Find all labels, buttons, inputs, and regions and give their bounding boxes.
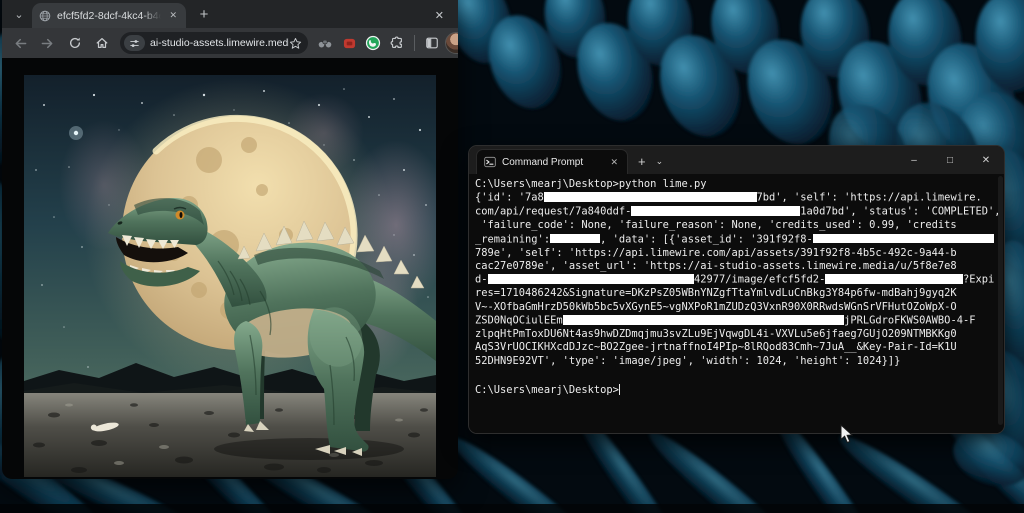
bookmark-star-icon[interactable] (289, 37, 302, 50)
browser-tabstrip[interactable]: ⌄ efcf5fd2-8dcf-4kc4-b4e4-4f2a ✕ + ✕ (2, 0, 458, 28)
plus-icon: + (200, 6, 209, 23)
url-text: ai-studio-assets.limewire.media/u... (150, 37, 289, 49)
terminal-minimize-button[interactable]: – (896, 146, 932, 174)
forward-button[interactable] (35, 31, 60, 56)
terminal-line: C:\Users\mearj\Desktop> (475, 382, 1002, 397)
tab-search-button[interactable]: ⌄ (8, 3, 30, 25)
terminal-tab[interactable]: Command Prompt ✕ (476, 149, 628, 174)
terminal-tab-close-button[interactable]: ✕ (608, 156, 620, 169)
browser-toolbar: ai-studio-assets.limewire.media/u... (2, 28, 458, 58)
terminal-line: zlpqHtPmToxDU6Nt4as9hwDZDmqjmu3svZLu9EjV… (475, 328, 1002, 341)
profile-avatar[interactable] (445, 32, 458, 54)
extensions-puzzle-button[interactable] (386, 32, 408, 54)
extension-binoculars-icon[interactable] (314, 32, 336, 54)
terminal-line: C:\Users\mearj\Desktop>python lime.py (475, 178, 1002, 191)
home-icon (95, 36, 109, 50)
browser-viewport (2, 58, 458, 479)
toolbar-divider (414, 35, 415, 51)
terminal-line: AqS3VrUOCIKHXcdDJzc~BO2Zgee-jrtnaffnoI4P… (475, 341, 1002, 354)
ground (24, 393, 436, 477)
new-tab-button[interactable]: + (192, 2, 216, 26)
side-panel-icon (425, 36, 439, 50)
terminal-titlebar[interactable]: Command Prompt ✕ + ⌄ – □ ✕ (469, 146, 1004, 174)
browser-tab[interactable]: efcf5fd2-8dcf-4kc4-b4e4-4f2a ✕ (32, 3, 186, 28)
extension-red-icon[interactable] (338, 32, 360, 54)
site-info-button[interactable] (124, 35, 145, 51)
address-bar[interactable]: ai-studio-assets.limewire.media/u... (120, 32, 308, 54)
browser-window: ⌄ efcf5fd2-8dcf-4kc4-b4e4-4f2a ✕ + ✕ (2, 0, 458, 479)
chevron-down-icon: ⌄ (14, 8, 23, 21)
terminal-line: _remaining':, 'data': [{'asset_id': '391… (475, 233, 1002, 247)
close-icon: ✕ (435, 10, 444, 22)
terminal-line: cac27e0789e', 'asset_url': 'https://ai-s… (475, 260, 1002, 273)
tab-title: efcf5fd2-8dcf-4kc4-b4e4-4f2a (57, 10, 161, 22)
reload-button[interactable] (62, 31, 87, 56)
puzzle-icon (390, 36, 404, 50)
terminal-line: d-42977/image/efcf5fd2-?Expi (475, 273, 1002, 287)
generated-image[interactable] (24, 75, 436, 477)
terminal-body[interactable]: C:\Users\mearj\Desktop>python lime.py{'i… (469, 174, 1004, 433)
bright-star (69, 126, 83, 140)
side-panel-button[interactable] (421, 32, 443, 54)
terminal-window: Command Prompt ✕ + ⌄ – □ ✕ C:\Users\mear… (468, 145, 1005, 434)
terminal-line: 52DHN9E92VT', 'type': 'image/jpeg', 'wid… (475, 355, 1002, 368)
terminal-line: {'id': '7a87bd', 'self': 'https://api.li… (475, 191, 1002, 205)
terminal-tab-dropdown-button[interactable]: ⌄ (656, 156, 664, 167)
reload-icon (68, 36, 82, 50)
forward-arrow-icon (40, 36, 55, 51)
terminal-line: com/api/request/7a840ddf-1a0d7bd', 'stat… (475, 205, 1002, 219)
terminal-new-tab-button[interactable]: + (638, 154, 646, 169)
extension-whatsapp-icon[interactable] (362, 32, 384, 54)
mouse-cursor-icon (840, 424, 854, 444)
back-arrow-icon (13, 36, 28, 51)
terminal-tab-title: Command Prompt (502, 157, 602, 168)
terminal-line (475, 368, 1002, 381)
back-button[interactable] (8, 31, 33, 56)
terminal-line: 'failure_code': None, 'failure_reason': … (475, 219, 1002, 232)
terminal-output: C:\Users\mearj\Desktop>python lime.py{'i… (475, 178, 1002, 397)
terminal-scrollbar[interactable] (998, 176, 1003, 425)
tune-icon (129, 38, 140, 49)
browser-window-close-button[interactable]: ✕ (435, 9, 444, 22)
terminal-close-button[interactable]: ✕ (968, 146, 1004, 174)
terminal-line: res=1710486242&Signature=DKzPsZ05WBnYNZg… (475, 287, 1002, 300)
tab-close-button[interactable]: ✕ (167, 9, 179, 22)
desktop: ⌄ efcf5fd2-8dcf-4kc4-b4e4-4f2a ✕ + ✕ (0, 0, 1024, 513)
home-button[interactable] (89, 31, 114, 56)
terminal-line: 789e', 'self': 'https://api.limewire.com… (475, 247, 1002, 260)
terminal-maximize-button[interactable]: □ (932, 146, 968, 174)
terminal-line: ZSD0NqOCiulEEmjPRLGdroFKWS0AWBO-4-F (475, 314, 1002, 328)
command-prompt-icon (484, 156, 496, 168)
terminal-line: V~-XOfbaGmHrzD50kWb5bc5vXGynE5~vgNXPoR1m… (475, 301, 1002, 314)
globe-favicon-icon (39, 10, 51, 22)
